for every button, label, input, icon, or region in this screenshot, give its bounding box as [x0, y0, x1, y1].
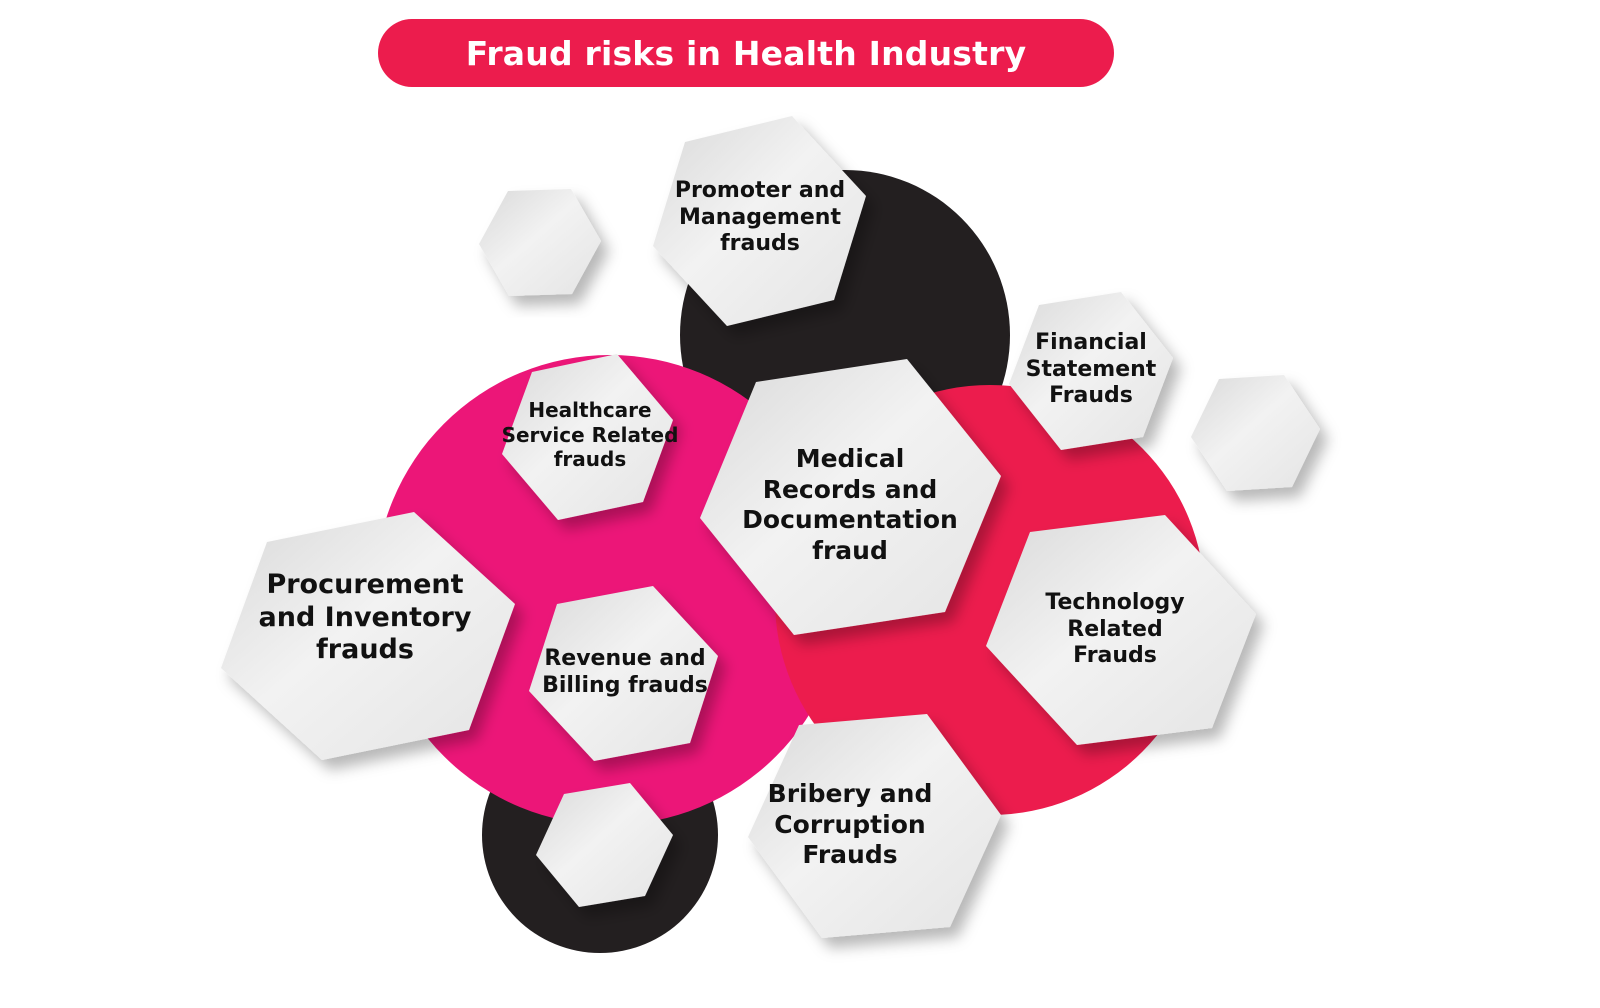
label-financial-statement-frauds: Financial Statement Frauds	[1025, 329, 1157, 409]
label-revenue-billing-frauds: Revenue and Billing frauds	[542, 646, 708, 698]
label-bribery-corruption-frauds: Bribery and Corruption Frauds	[767, 779, 933, 870]
label-healthcare-service-frauds: Healthcare Service Related frauds	[501, 398, 679, 472]
hexagon-small-top-left	[479, 189, 601, 296]
label-procurement-inventory-frauds: Procurement and Inventory frauds	[258, 568, 472, 666]
label-technology-related-frauds: Technology Related Frauds	[1045, 589, 1185, 669]
label-promoter-management-frauds: Promoter and Management frauds	[674, 177, 846, 257]
hexagon-small-right	[1191, 375, 1320, 491]
label-medical-records-fraud: Medical Records and Documentation fraud	[742, 444, 958, 565]
